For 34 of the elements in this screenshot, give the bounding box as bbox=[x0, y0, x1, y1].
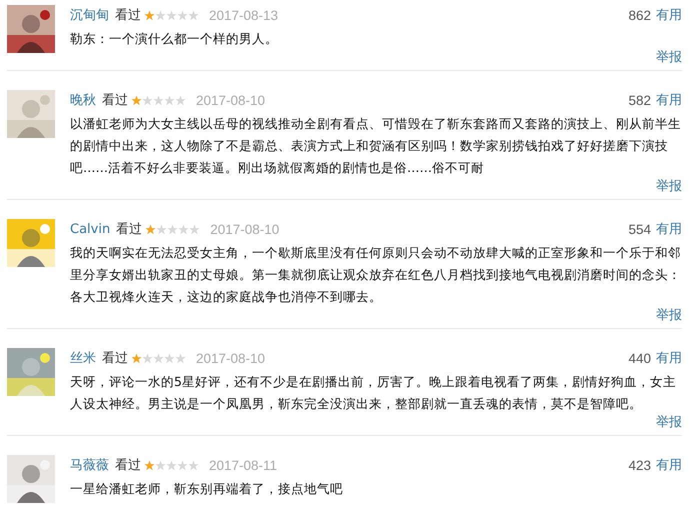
vote-count: 582 bbox=[628, 92, 651, 108]
useful-link[interactable]: 有用 bbox=[656, 220, 682, 238]
vote-count: 423 bbox=[628, 458, 651, 472]
watched-status: 看过 bbox=[102, 350, 128, 367]
useful-link[interactable]: 有用 bbox=[656, 6, 682, 24]
report-link[interactable]: 举报 bbox=[656, 177, 682, 195]
report-link[interactable]: 举报 bbox=[656, 306, 682, 324]
vote-count: 440 bbox=[628, 350, 651, 366]
user-name-link[interactable]: 丝米 bbox=[70, 349, 96, 367]
review-text: 以潘虹老师为大女主线以岳母的视线推动全剧有看点、可惜毁在了靳东套路而又套路的演技上、刚从前半生的剧情中出来，这人物除了不是霸总、表演方式上和贺涵有区别吗！数学家别捞钱拍戏了好好搓磨下演技吧……活着不好么非要装逼。刚出场就假离婚的剧情也是俗……俗不可耐 bbox=[70, 115, 682, 177]
vote-count: 862 bbox=[628, 8, 651, 22]
watched-status: 看过 bbox=[115, 457, 141, 474]
user-name-link[interactable]: Calvin bbox=[70, 222, 110, 236]
review-date: 2017-08-10 bbox=[196, 92, 266, 108]
review-text: 我的天啊实在无法忍受女主角，一个歇斯底里没有任何原则只会动不动放肆大喊的正室形象和一个乐于和邻里分享女婿出轨家丑的丈母娘。第一集就彻底让观众放弃在红色八月档找到接地气电视剧消磨时间的念头：各大卫视烽火连天，这边的家庭战争也消停不到哪去。 bbox=[70, 244, 682, 306]
useful-link[interactable]: 有用 bbox=[656, 456, 682, 474]
useful-link[interactable]: 有用 bbox=[656, 349, 682, 367]
report-link[interactable]: 举报 bbox=[656, 413, 682, 431]
user-name-link[interactable]: 马薇薇 bbox=[70, 456, 109, 474]
review-date: 2017-08-10 bbox=[196, 350, 266, 366]
review-date: 2017-08-13 bbox=[209, 8, 278, 22]
user-name-link[interactable]: 晚秋 bbox=[70, 91, 96, 109]
review-text: 勒东：一个演什么都一个样的男人。 bbox=[70, 30, 279, 48]
review-date: 2017-08-11 bbox=[209, 458, 278, 472]
watched-status: 看过 bbox=[115, 7, 141, 24]
review-text: 天呀，评论一水的5星好评，还有不少是在剧播出前，厉害了。晚上跟着电视看了两集，剧情好狗血，女主人设太神经。男主说是一个凤凰男，靳东完全没演出来，整部剧就一直丢魂的表情，莫不是智障吧。 bbox=[70, 373, 677, 413]
review-text: 一星给潘虹老师，靳东别再端着了，接点地气吧 bbox=[70, 480, 344, 498]
vote-count: 554 bbox=[628, 222, 651, 236]
watched-status: 看过 bbox=[116, 221, 142, 238]
report-link[interactable]: 举报 bbox=[656, 48, 682, 66]
watched-status: 看过 bbox=[102, 92, 128, 109]
user-name-link[interactable]: 沉甸甸 bbox=[70, 6, 109, 24]
useful-link[interactable]: 有用 bbox=[656, 91, 682, 109]
review-date: 2017-08-10 bbox=[210, 222, 280, 236]
